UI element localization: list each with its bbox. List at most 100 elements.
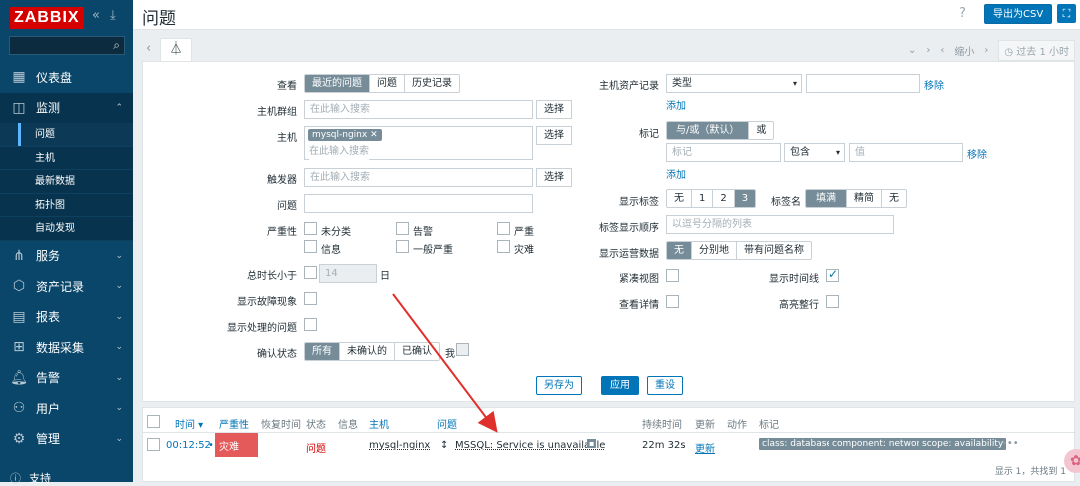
show-tags-3[interactable]: 3 bbox=[734, 190, 756, 207]
menu-item-data-collection[interactable]: ⊞ 数据采集 ⌄ bbox=[0, 332, 133, 363]
row-time-link[interactable]: 00:12:52 bbox=[166, 440, 211, 451]
highlight-row-checkbox[interactable] bbox=[826, 295, 839, 308]
severity-not-classified-checkbox[interactable] bbox=[304, 222, 317, 235]
submenu-item-latest-data[interactable]: 最新数据 bbox=[0, 170, 133, 194]
col-time[interactable]: 时间 ▾ bbox=[175, 416, 203, 431]
show-recent-problems[interactable]: 最近的问题 bbox=[305, 75, 370, 92]
chevron-down-icon[interactable]: ⌄ bbox=[908, 45, 916, 56]
inventory-field-select[interactable]: 类型 ▾ bbox=[666, 74, 802, 93]
export-csv-button[interactable]: 导出为CSV bbox=[984, 4, 1053, 24]
sidebar-search-input[interactable]: ⌕ bbox=[9, 36, 125, 55]
severity-information-checkbox[interactable] bbox=[304, 240, 317, 253]
kiosk-mode-icon[interactable]: ⤓ bbox=[110, 8, 116, 23]
col-severity[interactable]: 严重性 bbox=[219, 416, 249, 431]
tag-priority-input[interactable]: 以逗号分隔的列表 bbox=[666, 215, 894, 234]
show-symptoms-checkbox[interactable] bbox=[304, 292, 317, 305]
tag-name-full[interactable]: 填满 bbox=[806, 190, 847, 207]
tags-and-or[interactable]: 与/或（默认） bbox=[667, 122, 750, 139]
timeline-checkbox[interactable] bbox=[826, 267, 839, 282]
inventory-add-link[interactable]: 添加 bbox=[666, 97, 686, 112]
chevron-right-icon[interactable]: › bbox=[926, 45, 930, 56]
filter-icon[interactable]: ⏃ bbox=[160, 38, 192, 62]
menu-item-users[interactable]: ⚇ 用户 ⌄ bbox=[0, 393, 133, 424]
menu-item-reports[interactable]: ▤ 报表 ⌄ bbox=[0, 302, 133, 333]
zoom-out-button[interactable]: 缩小 bbox=[954, 43, 974, 58]
tags-or[interactable]: 或 bbox=[749, 122, 773, 139]
severity-average-checkbox[interactable] bbox=[396, 240, 409, 253]
time-period-tab[interactable]: ◷ 过去 1 小时 bbox=[998, 40, 1075, 61]
show-tags-2[interactable]: 2 bbox=[713, 190, 735, 207]
tag-name-input[interactable]: 标记 bbox=[666, 143, 781, 162]
host-groups-select-button[interactable]: 选择 bbox=[536, 100, 572, 119]
problem-input[interactable] bbox=[304, 194, 533, 213]
tag-chip[interactable]: class: database bbox=[759, 438, 835, 450]
tag-operator-select[interactable]: 包含 ▾ bbox=[784, 143, 845, 162]
tag-name-none[interactable]: 无 bbox=[882, 190, 906, 207]
chevron-left-icon[interactable]: ‹ bbox=[146, 41, 151, 56]
severity-warning-checkbox[interactable] bbox=[396, 222, 409, 235]
show-problems[interactable]: 问题 bbox=[370, 75, 405, 92]
inventory-value-input[interactable] bbox=[806, 74, 920, 93]
tag-remove-link[interactable]: 移除 bbox=[967, 146, 987, 161]
tag-chip[interactable]: component: network bbox=[829, 438, 929, 450]
col-problem[interactable]: 问题 bbox=[437, 416, 457, 431]
host-chip[interactable]: mysql-nginx ✕ bbox=[308, 129, 382, 141]
submenu-item-problems[interactable]: 问题 bbox=[0, 123, 133, 147]
col-host[interactable]: 主机 bbox=[369, 416, 389, 431]
show-tags-none[interactable]: 无 bbox=[667, 190, 692, 207]
apply-button[interactable]: 应用 bbox=[601, 376, 639, 395]
inventory-remove-link[interactable]: 移除 bbox=[924, 77, 944, 92]
ack-me-checkbox[interactable] bbox=[456, 343, 469, 356]
row-checkbox[interactable] bbox=[147, 438, 160, 451]
show-tags-1[interactable]: 1 bbox=[692, 190, 714, 207]
show-history[interactable]: 历史记录 bbox=[405, 75, 459, 92]
age-input[interactable]: 14 bbox=[319, 264, 377, 283]
update-link[interactable]: 更新 bbox=[695, 440, 715, 455]
show-suppressed-checkbox[interactable] bbox=[304, 318, 317, 331]
details-checkbox[interactable] bbox=[666, 295, 679, 308]
chevron-left-icon[interactable]: ‹ bbox=[940, 45, 944, 56]
chevron-right-icon[interactable]: › bbox=[984, 45, 988, 56]
host-link[interactable]: mysql-nginx bbox=[369, 440, 430, 451]
save-as-button[interactable]: 另存为 bbox=[536, 376, 582, 395]
triggers-select-button[interactable]: 选择 bbox=[536, 168, 572, 187]
tag-value-input[interactable]: 值 bbox=[849, 143, 963, 162]
menu-item-administration[interactable]: ⚙ 管理 ⌄ bbox=[0, 424, 133, 455]
search-icon[interactable]: ⌕ bbox=[113, 38, 120, 53]
submenu-item-maps[interactable]: 拓扑图 bbox=[0, 194, 133, 217]
severity-disaster-checkbox[interactable] bbox=[497, 240, 510, 253]
host-groups-input[interactable]: 在此输入搜索 bbox=[304, 100, 533, 119]
ack-acknowledged[interactable]: 已确认 bbox=[395, 343, 439, 360]
menu-item-alerts[interactable]: 🔔︎ 告警 ⌄ bbox=[0, 363, 133, 394]
severity-high-checkbox[interactable] bbox=[497, 222, 510, 235]
fullscreen-icon[interactable]: ⛶ bbox=[1057, 4, 1076, 23]
opdata-with-name[interactable]: 带有问题名称 bbox=[737, 242, 811, 259]
ack-all[interactable]: 所有 bbox=[305, 343, 340, 360]
menu-item-monitoring[interactable]: ◫ 监测 ⌃ bbox=[0, 92, 133, 123]
opdata-separately[interactable]: 分别地 bbox=[692, 242, 737, 259]
menu-item-dashboard[interactable]: ▦ 仪表盘 bbox=[0, 62, 133, 93]
zabbix-logo[interactable]: ZABBIX bbox=[10, 7, 84, 29]
help-icon[interactable]: ? bbox=[959, 6, 966, 21]
opdata-none[interactable]: 无 bbox=[667, 242, 692, 259]
support-link[interactable]: ⓘ 支持 bbox=[10, 470, 51, 486]
submenu-item-hosts[interactable]: 主机 bbox=[0, 147, 133, 170]
remove-chip-icon[interactable]: ✕ bbox=[370, 130, 378, 140]
hosts-select-button[interactable]: 选择 bbox=[536, 126, 572, 145]
more-tags-icon[interactable]: ••• bbox=[1001, 438, 1019, 449]
tag-add-link[interactable]: 添加 bbox=[666, 166, 686, 181]
select-all-checkbox[interactable] bbox=[147, 415, 160, 428]
compact-view-checkbox[interactable] bbox=[666, 269, 679, 282]
age-checkbox[interactable] bbox=[304, 266, 317, 279]
reset-button[interactable]: 重设 bbox=[647, 376, 683, 395]
submenu-item-discovery[interactable]: 自动发现 bbox=[0, 217, 133, 241]
problem-link[interactable]: MSSQL: Service is unavailable bbox=[455, 440, 605, 451]
triggers-input[interactable]: 在此输入搜索 bbox=[304, 168, 533, 187]
tag-name-short[interactable]: 精简 bbox=[847, 190, 882, 207]
tag-chip[interactable]: scope: availability bbox=[919, 438, 1007, 450]
ack-unacknowledged[interactable]: 未确认的 bbox=[340, 343, 395, 360]
menu-item-inventory[interactable]: ⬡ 资产记录 ⌄ bbox=[0, 271, 133, 302]
collapse-sidebar-icon[interactable]: « bbox=[92, 8, 100, 23]
comment-icon[interactable]: ▪ bbox=[587, 439, 597, 448]
menu-item-services[interactable]: ⋔ 服务 ⌄ bbox=[0, 241, 133, 272]
